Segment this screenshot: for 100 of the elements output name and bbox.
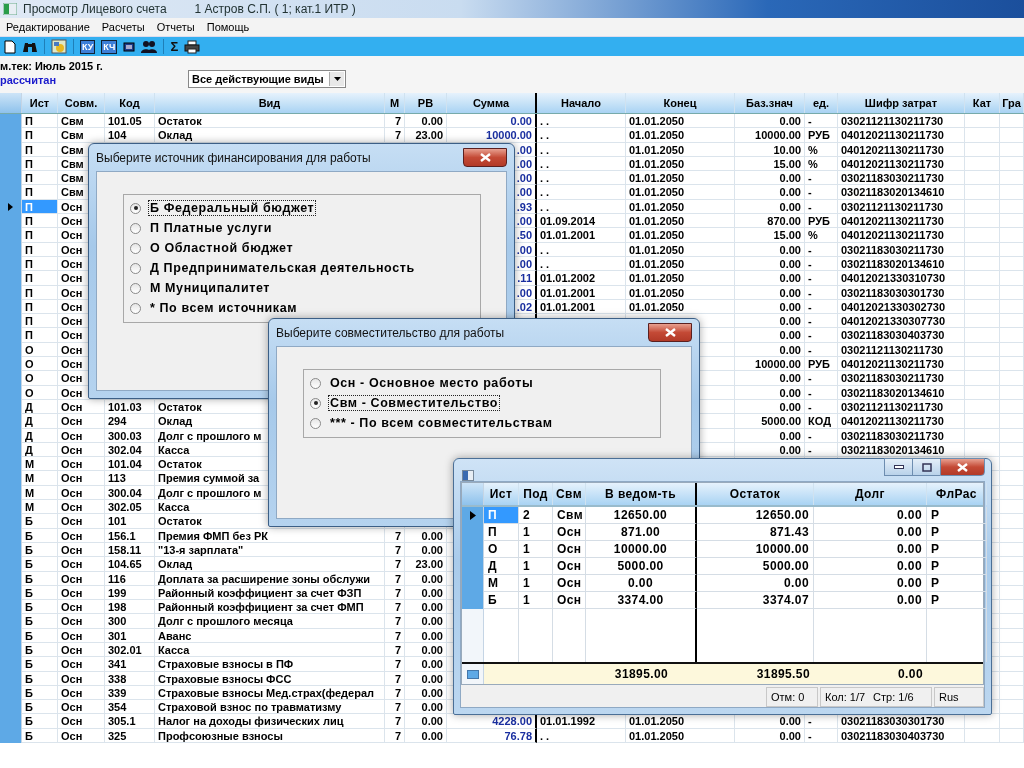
table-cell: 1 — [519, 592, 553, 609]
column-header[interactable]: М — [385, 93, 405, 113]
table-cell[interactable]: Д — [484, 558, 519, 575]
table-cell[interactable]: Б — [22, 628, 58, 643]
table-cell[interactable]: О — [484, 541, 519, 558]
table-cell: Р — [927, 507, 987, 524]
table-cell[interactable]: П — [22, 228, 58, 243]
column-header[interactable]: РВ — [405, 93, 447, 113]
table-cell[interactable]: П — [22, 171, 58, 186]
table-cell[interactable]: П — [22, 128, 58, 143]
table-cell: 0.00 — [735, 256, 805, 272]
table-cell[interactable]: О — [22, 342, 58, 358]
toolbar-button[interactable]: КЧ — [101, 39, 118, 54]
column-header[interactable]: ед. — [805, 93, 838, 113]
table-cell[interactable]: П — [22, 285, 58, 300]
table-cell[interactable]: М — [22, 500, 58, 515]
table-cell[interactable]: П — [22, 299, 58, 315]
table-cell[interactable]: М — [22, 457, 58, 472]
minimize-button[interactable] — [884, 458, 912, 476]
table-cell: 0.00 — [405, 685, 447, 701]
table-cell[interactable]: М — [484, 575, 519, 592]
table-cell[interactable]: О — [22, 357, 58, 372]
table-cell[interactable]: Б — [22, 657, 58, 672]
table-cell[interactable]: Б — [22, 542, 58, 558]
table-cell[interactable]: П — [22, 185, 58, 200]
table-cell[interactable]: Б — [22, 585, 58, 601]
table-cell: - — [805, 185, 838, 200]
table-cell[interactable]: П — [22, 114, 58, 129]
menu-item[interactable]: Отчеты — [150, 21, 201, 33]
card-icon[interactable] — [123, 41, 136, 52]
table-cell[interactable]: О — [22, 385, 58, 400]
menu-item[interactable]: Расчеты — [95, 21, 151, 33]
table-cell[interactable]: О — [22, 371, 58, 386]
new-document-icon[interactable] — [4, 39, 16, 54]
close-button[interactable] — [648, 323, 692, 342]
table-cell[interactable]: Б — [22, 571, 58, 586]
toolbar-button[interactable]: КУ — [80, 39, 96, 54]
close-button[interactable] — [940, 458, 985, 476]
table-cell[interactable]: Б — [484, 592, 519, 609]
table-cell[interactable]: Д — [22, 399, 58, 415]
table-cell: 03021183030211730 — [838, 428, 965, 443]
table-cell[interactable]: Б — [22, 685, 58, 701]
column-header[interactable]: Долг — [814, 483, 927, 505]
column-header[interactable]: Совм. — [58, 93, 105, 113]
table-cell[interactable]: Д — [22, 428, 58, 443]
row-header[interactable] — [462, 507, 484, 524]
table-cell[interactable]: П — [22, 271, 58, 286]
table-cell[interactable]: Б — [22, 714, 58, 729]
table-cell: 23.00 — [405, 557, 447, 572]
column-header[interactable]: Сумма — [447, 93, 537, 113]
table-cell[interactable]: Д — [22, 442, 58, 458]
column-header[interactable]: Начало — [537, 93, 626, 113]
menu-item[interactable]: Редактирование — [0, 21, 96, 33]
table-cell[interactable]: Б — [22, 643, 58, 658]
users-icon[interactable] — [141, 39, 158, 54]
table-cell[interactable]: М — [22, 471, 58, 486]
table-cell: Осн — [58, 485, 105, 500]
table-cell[interactable]: Б — [22, 671, 58, 686]
table-cell[interactable]: Д — [22, 414, 58, 429]
printer-icon[interactable] — [184, 39, 201, 54]
table-cell[interactable]: Б — [22, 700, 58, 715]
column-header[interactable]: ФлРас — [927, 483, 987, 505]
table-cell[interactable]: П — [22, 328, 58, 343]
column-header[interactable]: Вид — [155, 93, 385, 113]
radio-option[interactable]: Осн - Основное место работы — [310, 373, 654, 393]
table-cell[interactable]: П — [484, 524, 519, 541]
column-header[interactable]: Ист — [22, 93, 58, 113]
column-header[interactable]: Конец — [626, 93, 735, 113]
table-cell[interactable]: П — [22, 314, 58, 329]
image-icon[interactable] — [51, 39, 67, 54]
table-cell: 305.1 — [105, 714, 155, 729]
column-header[interactable]: Ист — [484, 483, 519, 505]
menu-item[interactable]: Помощь — [200, 21, 256, 33]
column-header[interactable]: Кат — [965, 93, 1000, 113]
table-cell[interactable]: Б — [22, 557, 58, 572]
table-cell[interactable]: Б — [22, 514, 58, 529]
header-corner — [0, 93, 22, 113]
table-cell[interactable]: М — [22, 485, 58, 500]
table-cell[interactable]: П — [22, 156, 58, 172]
column-header[interactable]: Баз.знач — [735, 93, 805, 113]
column-header[interactable]: Свм — [553, 483, 586, 505]
column-header[interactable]: Код — [105, 93, 155, 113]
table-cell[interactable]: Б — [22, 728, 58, 744]
column-header[interactable]: Остаток — [697, 483, 814, 505]
column-header[interactable]: В ведом-ть — [586, 483, 697, 505]
table-cell: РУБ — [805, 128, 838, 143]
table-cell[interactable]: Б — [22, 528, 58, 543]
table-cell: 04012021130211730 — [838, 128, 965, 143]
sum-button[interactable]: Σ — [170, 39, 179, 54]
filter-dropdown[interactable]: Все действующие виды — [188, 70, 346, 88]
close-button[interactable] — [463, 148, 507, 167]
table-cell[interactable]: П — [22, 242, 58, 257]
table-cell[interactable]: Б — [22, 614, 58, 629]
table-cell[interactable]: П — [22, 214, 58, 229]
column-header[interactable]: Шифр затрат — [838, 93, 965, 113]
column-header[interactable]: Гра — [1000, 93, 1024, 113]
table-cell[interactable]: П — [22, 142, 58, 157]
table-cell[interactable]: П — [22, 256, 58, 272]
table-cell[interactable]: Б — [22, 600, 58, 615]
maximize-button[interactable] — [912, 458, 940, 476]
